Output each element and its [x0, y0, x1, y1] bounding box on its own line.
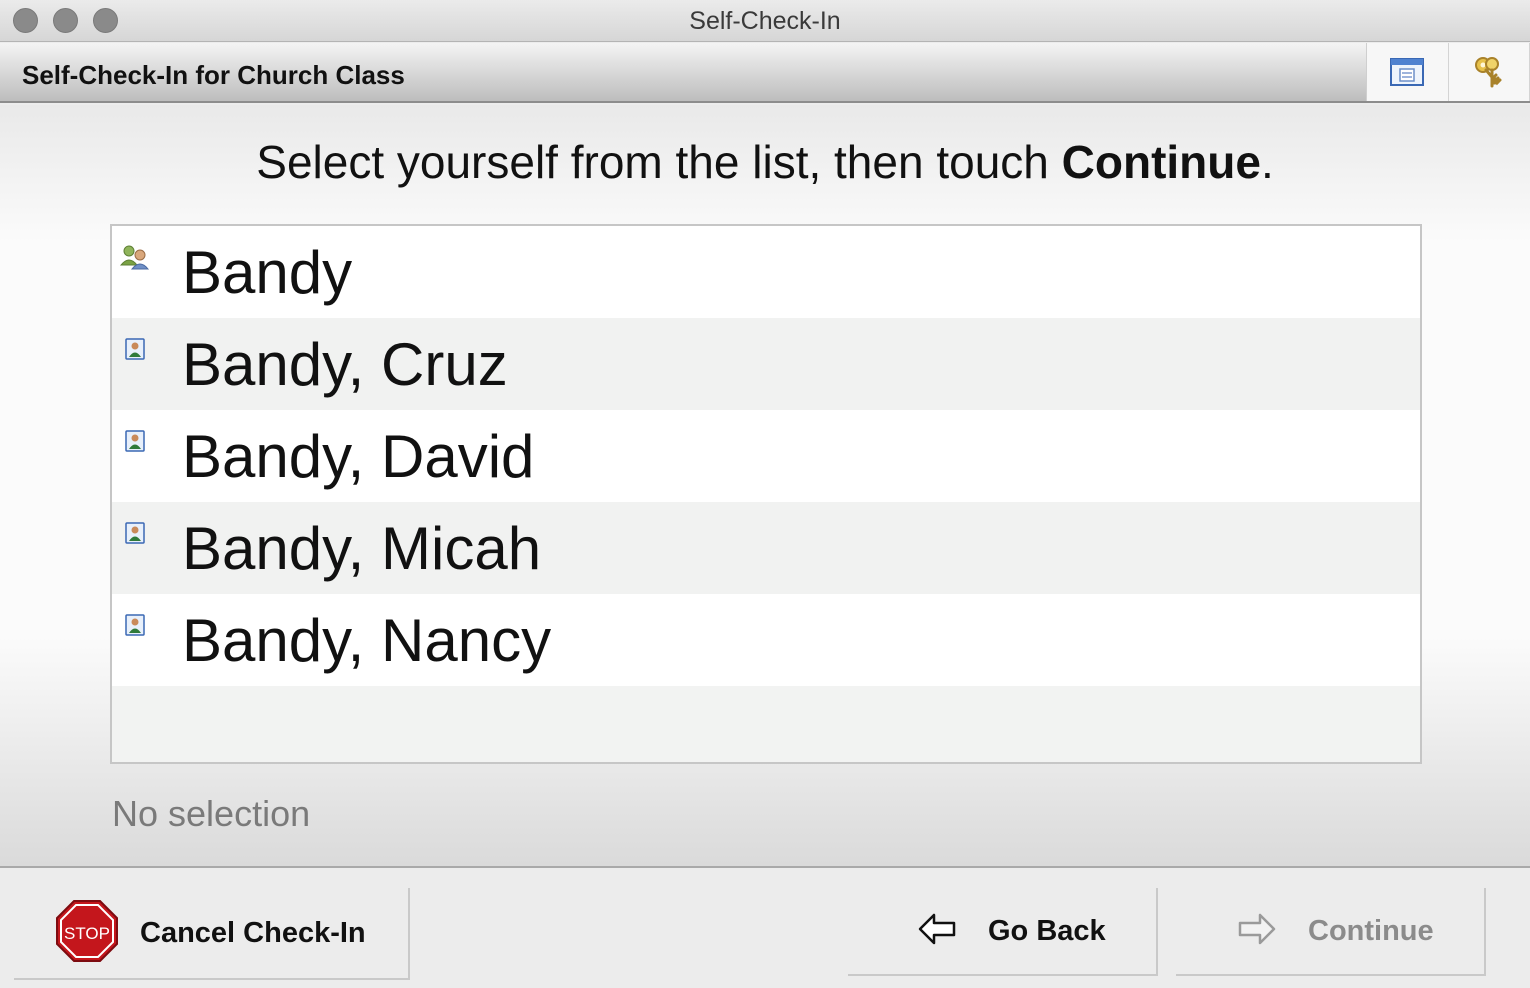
list-item[interactable]: Bandy, Cruz [112, 318, 1420, 410]
list-item[interactable]: Bandy [112, 226, 1420, 318]
family-icon [119, 244, 150, 277]
keys-icon [1474, 57, 1502, 88]
selection-status: No selection [112, 793, 311, 834]
list-item[interactable]: Bandy, Nancy [112, 594, 1420, 686]
page-title: Self-Check-In for Church Class [22, 60, 405, 90]
list-item-label: Bandy, Micah [182, 515, 542, 582]
list-item-label: Bandy, David [182, 423, 535, 490]
list-item-label: Bandy, Cruz [182, 331, 508, 398]
continue-button[interactable]: Continue [1176, 888, 1486, 976]
person-icon [120, 520, 150, 553]
go-back-label: Go Back [988, 914, 1106, 947]
cancel-check-in-label: Cancel Check-In [140, 916, 366, 949]
person-icon [120, 612, 150, 645]
app-window: Self-Check-In Self-Check-In for Church C… [0, 0, 1530, 988]
arrow-left-icon [918, 913, 956, 950]
person-icon [120, 336, 150, 369]
list-item[interactable]: Bandy, Micah [112, 502, 1420, 594]
window-mode-button[interactable] [1367, 43, 1449, 101]
arrow-right-icon [1238, 913, 1276, 950]
people-list[interactable]: Bandy Bandy, Cruz Bandy, David Bandy, Mi… [110, 224, 1422, 764]
header-bar: Self-Check-In for Church Class [0, 43, 1530, 103]
go-back-button[interactable]: Go Back [848, 888, 1158, 976]
cancel-check-in-button[interactable]: STOP Cancel Check-In [14, 888, 410, 980]
list-item[interactable]: Bandy, David [112, 410, 1420, 502]
instruction-text: Select yourself from the list, then touc… [256, 136, 1274, 188]
header-toolbar [1366, 43, 1530, 101]
window-title: Self-Check-In [689, 7, 841, 35]
footer-bar: STOP Cancel Check-In Go Back Continue [0, 870, 1530, 988]
person-icon [120, 428, 150, 461]
list-item-label: Bandy, Nancy [182, 607, 552, 674]
title-bar: Self-Check-In [0, 0, 1530, 42]
window-icon [1390, 58, 1425, 86]
admin-keys-button[interactable] [1449, 43, 1530, 101]
svg-text:STOP: STOP [64, 924, 110, 943]
stop-sign-icon: STOP [56, 899, 118, 967]
continue-label: Continue [1308, 914, 1434, 947]
main-panel: Select yourself from the list, then touc… [0, 105, 1530, 868]
list-item-label: Bandy [182, 239, 353, 306]
